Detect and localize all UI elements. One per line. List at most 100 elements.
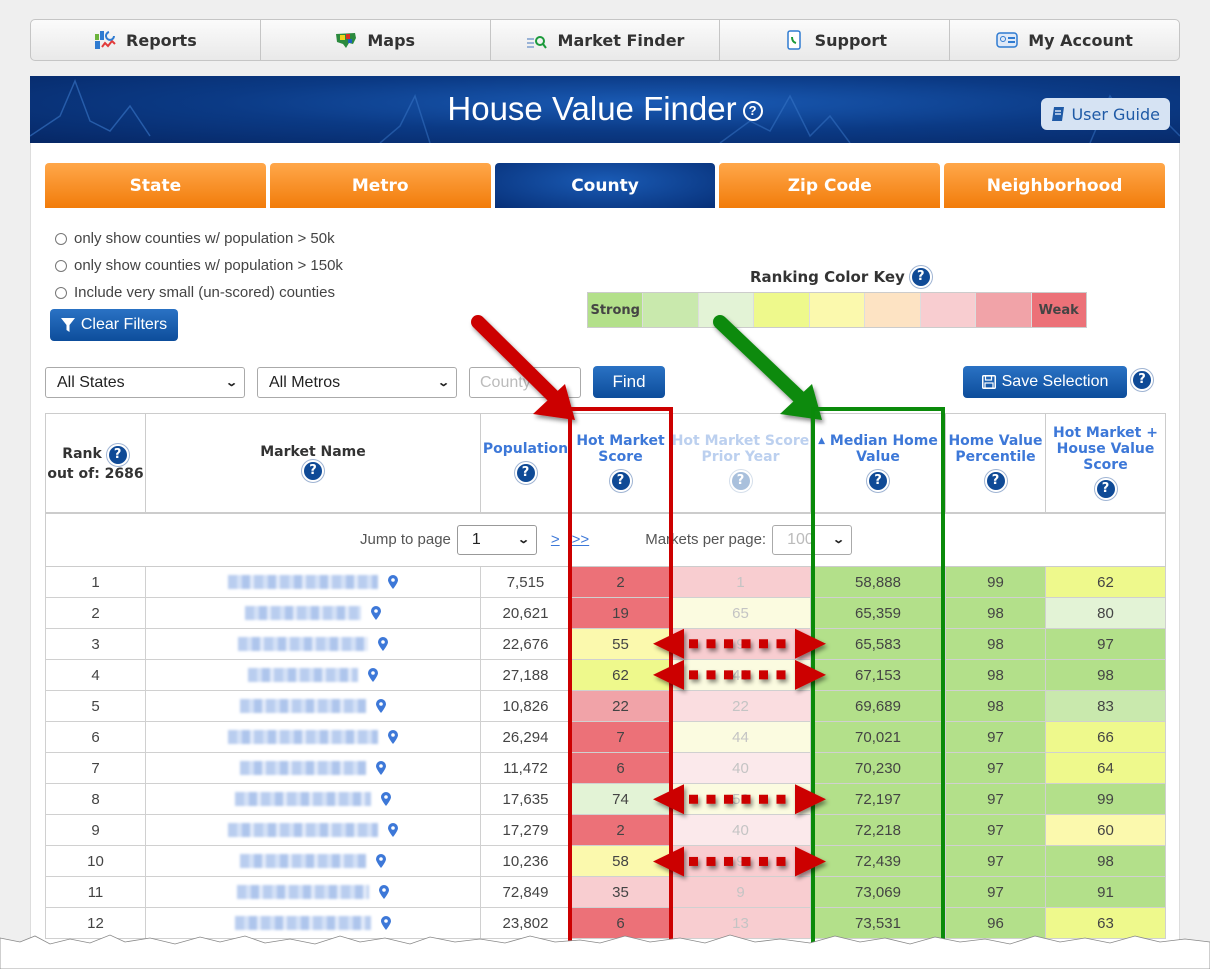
market-name-link-redacted[interactable] — [238, 637, 368, 651]
header-hot-market-prior-year[interactable]: Hot Market Score Prior Year ? — [670, 413, 811, 513]
market-name-link-redacted[interactable] — [237, 885, 369, 899]
header-home-value-percentile-label[interactable]: Home Value Percentile — [946, 433, 1045, 465]
filter-population-150k[interactable]: only show counties w/ population > 150k — [55, 257, 343, 274]
cell-market-name[interactable] — [145, 752, 481, 784]
map-pin-icon[interactable] — [388, 575, 398, 589]
map-pin-icon[interactable] — [376, 854, 386, 868]
map-pin-icon[interactable] — [376, 761, 386, 775]
market-name-link-redacted[interactable] — [228, 730, 378, 744]
cell-hot-market-prior: 22 — [670, 690, 811, 722]
save-selection-label: Save Selection — [1001, 373, 1109, 390]
map-pin-icon[interactable] — [379, 885, 389, 899]
radio-button[interactable] — [55, 286, 67, 299]
header-hot-market-house-value-score[interactable]: Hot Market + House Value Score ? — [1045, 413, 1166, 513]
market-name-link-redacted[interactable] — [228, 575, 378, 589]
market-name-link-redacted[interactable] — [240, 699, 366, 713]
market-name-link-redacted[interactable] — [235, 792, 371, 806]
page-select[interactable]: 1 ⌄ — [456, 524, 537, 555]
header-median-home-value-label[interactable]: Median Home Value — [830, 433, 938, 465]
population-help-icon[interactable]: ? — [514, 462, 537, 485]
prior-year-help-icon[interactable]: ? — [729, 470, 752, 493]
market-name-help-icon[interactable]: ? — [302, 459, 324, 482]
map-pin-icon[interactable] — [368, 668, 378, 682]
cell-market-name[interactable] — [145, 628, 481, 660]
map-pin-icon[interactable] — [376, 699, 386, 713]
header-home-value-percentile[interactable]: Home Value Percentile ? — [945, 413, 1046, 513]
metro-select[interactable]: All Metros ⌄ — [257, 367, 457, 398]
tab-neighborhood[interactable]: Neighborhood — [944, 163, 1165, 208]
map-pin-icon[interactable] — [378, 637, 388, 651]
last-page-link[interactable]: >> — [572, 531, 590, 548]
color-key-help-icon[interactable]: ? — [909, 266, 932, 288]
next-page-link[interactable]: > — [551, 531, 560, 548]
market-name-link-redacted[interactable] — [240, 761, 366, 775]
radio-button[interactable] — [55, 259, 67, 272]
level-tabs: State Metro County Zip Code Neighborhood — [45, 163, 1165, 208]
market-name-link-redacted[interactable] — [245, 606, 361, 620]
chevron-down-icon: ⌄ — [832, 534, 845, 547]
save-selection-button[interactable]: Save Selection — [963, 366, 1127, 398]
header-population[interactable]: Population ? — [480, 413, 571, 513]
clear-filters-button[interactable]: Clear Filters — [50, 309, 178, 341]
cell-hot-market-score: 58 — [570, 845, 671, 877]
header-median-home-value[interactable]: ▲ Median Home Value ? — [810, 413, 946, 513]
cell-hot-market-prior: 65 — [670, 597, 811, 629]
radio-button[interactable] — [55, 232, 67, 245]
cell-market-name[interactable] — [145, 566, 481, 598]
cell-market-name[interactable] — [145, 721, 481, 753]
cell-hot-market-prior: 9 — [670, 876, 811, 908]
filter-include-small[interactable]: Include very small (un-scored) counties — [55, 284, 335, 301]
chevron-down-icon: ⌄ — [224, 377, 238, 389]
median-home-value-help-icon[interactable]: ? — [867, 470, 889, 493]
cell-hot-market-prior: 9 — [670, 628, 811, 660]
header-combo-score-label[interactable]: Hot Market + House Value Score — [1046, 425, 1165, 473]
user-guide-button[interactable]: User Guide — [1041, 98, 1170, 130]
map-pin-icon[interactable] — [388, 823, 398, 837]
nav-my-account[interactable]: My Account — [950, 20, 1179, 60]
header-population-label[interactable]: Population — [481, 441, 570, 457]
cell-market-name[interactable] — [145, 783, 481, 815]
cell-market-name[interactable] — [145, 659, 481, 691]
state-select[interactable]: All States ⌄ — [45, 367, 245, 398]
header-hot-market-prior-label[interactable]: Hot Market Score Prior Year — [671, 433, 810, 465]
market-name-link-redacted[interactable] — [240, 854, 366, 868]
tab-zip-code[interactable]: Zip Code — [719, 163, 941, 208]
cell-hot-market-score: 22 — [570, 690, 671, 722]
nav-maps[interactable]: Maps — [261, 20, 491, 60]
cell-market-name[interactable] — [145, 597, 481, 629]
rank-help-icon[interactable]: ? — [106, 443, 129, 466]
cell-rank: 2 — [45, 597, 146, 629]
state-select-value: All States — [57, 373, 125, 391]
cell-market-name[interactable] — [145, 845, 481, 877]
cell-market-name[interactable] — [145, 814, 481, 846]
nav-market-finder[interactable]: Market Finder — [491, 20, 721, 60]
nav-reports[interactable]: Reports — [31, 20, 261, 60]
cell-market-name[interactable] — [145, 690, 481, 722]
header-hot-market-score-label[interactable]: Hot Market Score — [571, 433, 670, 465]
market-name-link-redacted[interactable] — [248, 668, 358, 682]
tab-state[interactable]: State — [45, 163, 266, 208]
map-pin-icon[interactable] — [388, 730, 398, 744]
nav-support[interactable]: Support — [720, 20, 951, 60]
percentile-help-icon[interactable]: ? — [984, 470, 1007, 493]
county-search-input[interactable]: County — [469, 367, 581, 398]
header-hot-market-score[interactable]: Hot Market Score ? — [570, 413, 671, 513]
market-name-link-redacted[interactable] — [228, 823, 378, 837]
cell-market-name[interactable] — [145, 876, 481, 908]
cell-home-value-percentile: 97 — [945, 752, 1046, 784]
map-pin-icon[interactable] — [381, 916, 391, 930]
map-pin-icon[interactable] — [371, 606, 381, 620]
filter-population-50k[interactable]: only show counties w/ population > 50k — [55, 230, 335, 247]
tab-county[interactable]: County — [494, 163, 716, 208]
title-help-icon[interactable]: ? — [742, 101, 763, 122]
map-pin-icon[interactable] — [381, 792, 391, 806]
find-button[interactable]: Find — [593, 366, 665, 398]
per-page-select[interactable]: 100 ⌄ — [772, 524, 853, 555]
pager-row: Jump to page 1 ⌄ > >> Markets per page: 1… — [45, 511, 1166, 567]
hot-market-score-help-icon[interactable]: ? — [609, 470, 632, 493]
save-selection-help-icon[interactable]: ? — [1131, 369, 1153, 391]
combo-score-help-icon[interactable]: ? — [1094, 478, 1117, 501]
tab-metro[interactable]: Metro — [269, 163, 491, 208]
cell-rank: 4 — [45, 659, 146, 691]
market-name-link-redacted[interactable] — [235, 916, 371, 930]
